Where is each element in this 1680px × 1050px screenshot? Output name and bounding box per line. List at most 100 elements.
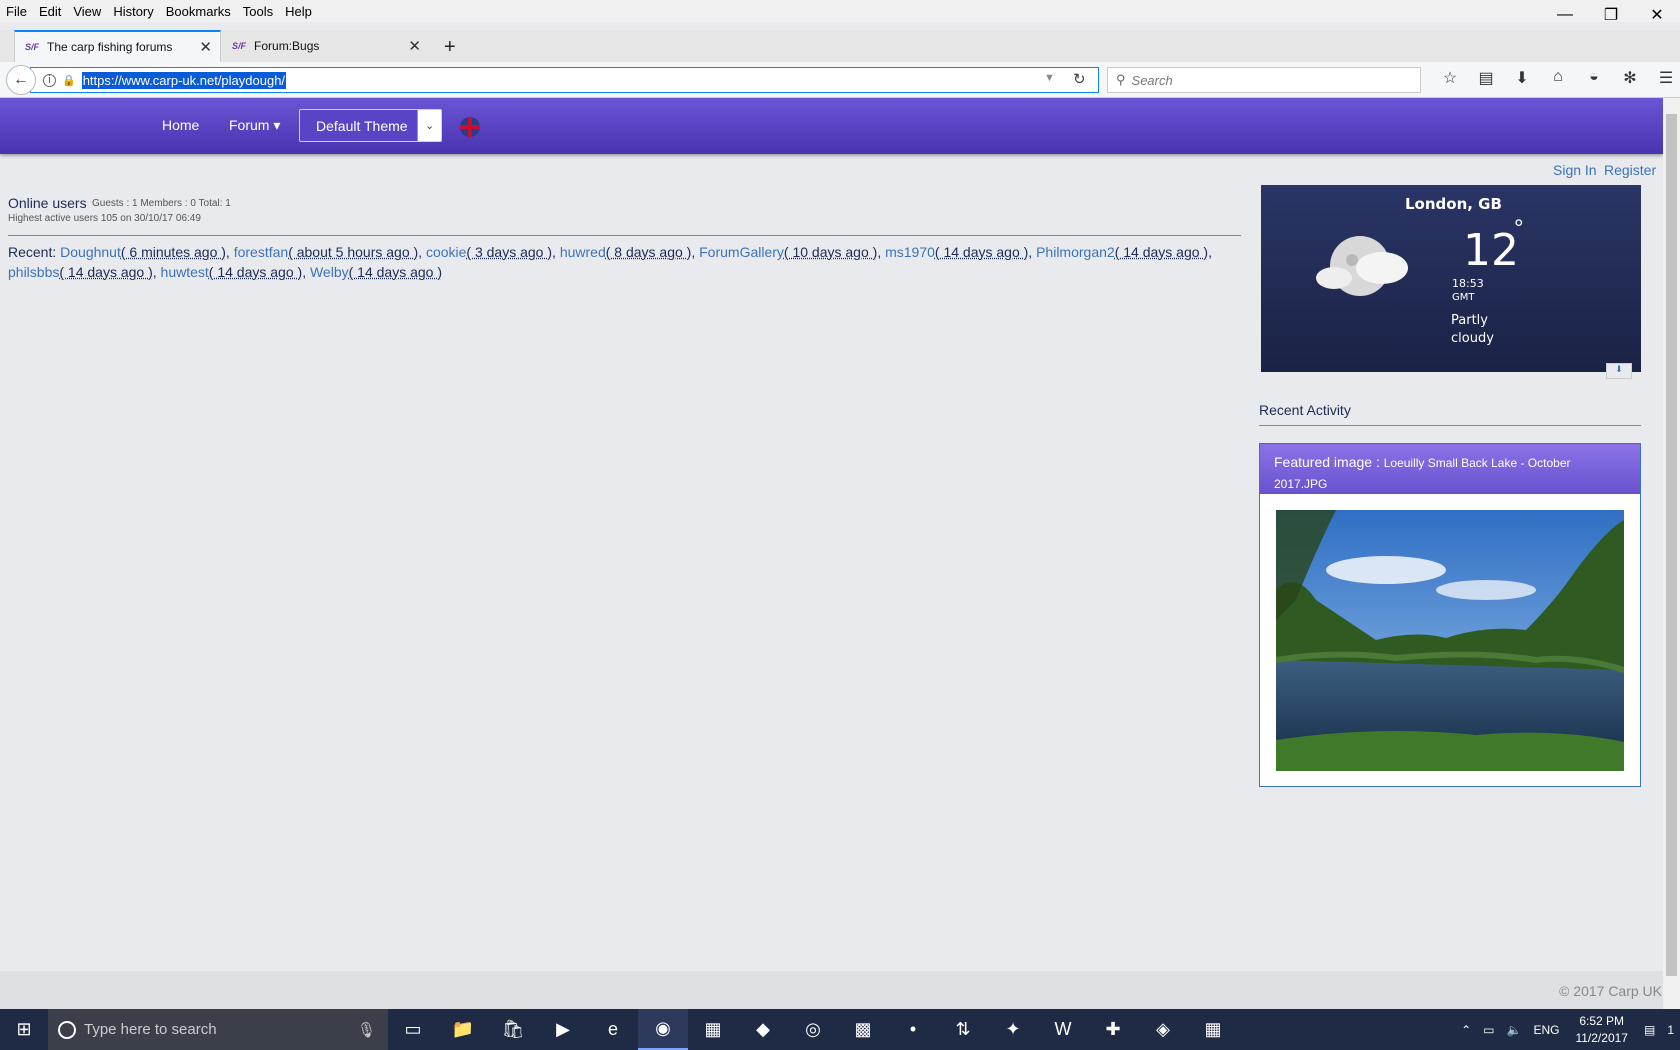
network-icon[interactable]: ▭ [1483, 1023, 1494, 1037]
home-icon[interactable]: ⌂ [1540, 68, 1576, 88]
menu-help[interactable]: Help [279, 4, 318, 19]
taskbar-search-input[interactable]: Type here to search 🎙 [48, 1009, 388, 1050]
recent-user-link[interactable]: Doughnut [60, 244, 121, 260]
recent-label: Recent: [8, 244, 57, 260]
scrollbar[interactable] [1663, 98, 1680, 1009]
reader-list-icon[interactable]: ▤ [1468, 68, 1504, 88]
tab-label: Forum:Bugs [254, 39, 320, 53]
close-window-button[interactable]: ✕ [1634, 0, 1680, 30]
online-users-counts: Guests : 1 Members : 0 Total: 1 [92, 198, 231, 209]
menu-bar: File Edit View History Bookmarks Tools H… [0, 0, 1680, 22]
url-text[interactable]: https://www.carp-uk.net/playdough/ [81, 71, 287, 89]
theme-select[interactable]: Default Theme ⌄ [299, 109, 442, 142]
notification-center-icon[interactable]: ▤ [1644, 1023, 1655, 1037]
windows-start-icon[interactable]: ⊞ [0, 1009, 48, 1050]
calendar-icon[interactable]: ▦ [1188, 1009, 1238, 1050]
recent-user-link[interactable]: forestfan [234, 244, 288, 260]
app-icon[interactable]: • [888, 1009, 938, 1050]
menu-bookmarks[interactable]: Bookmarks [160, 4, 237, 19]
recent-user-link[interactable]: cookie [426, 244, 466, 260]
menu-history[interactable]: History [107, 4, 159, 19]
recent-user-time: ( 3 days ago ) [466, 244, 553, 260]
close-tab-icon[interactable]: ✕ [408, 37, 421, 55]
recent-user-link[interactable]: philsbbs [8, 264, 59, 280]
new-tab-icon[interactable]: + [444, 36, 456, 59]
menu-file[interactable]: File [0, 4, 33, 19]
taskbar-search-placeholder: Type here to search [84, 1021, 217, 1038]
webcam-icon[interactable]: ◎ [788, 1009, 838, 1050]
language-indicator[interactable]: ENG [1533, 1023, 1559, 1037]
url-bar[interactable]: i 🔒 https://www.carp-uk.net/playdough/ [30, 67, 1099, 93]
bookmark-star-icon[interactable]: ☆ [1432, 68, 1468, 88]
app-icon[interactable]: ◆ [738, 1009, 788, 1050]
recent-user-time: ( about 5 hours ago ) [288, 244, 419, 260]
recent-user-time: ( 8 days ago ) [605, 244, 692, 260]
divider [1259, 425, 1641, 426]
tab-bar: S/F The carp fishing forums ✕ S/F Forum:… [0, 30, 1680, 62]
back-button[interactable]: ← [6, 65, 36, 95]
highest-active-users: Highest active users 105 on 30/10/17 06:… [8, 213, 201, 224]
word-icon[interactable]: W [1038, 1009, 1088, 1050]
file-explorer-icon[interactable]: 📁 [438, 1009, 488, 1050]
tray-overflow-icon[interactable]: ⌃ [1461, 1023, 1471, 1037]
task-view-icon[interactable]: ▭ [388, 1009, 438, 1050]
minimize-button[interactable]: — [1542, 0, 1588, 30]
uk-flag-icon[interactable] [460, 117, 480, 137]
window-controls: — ❐ ✕ [1542, 0, 1680, 30]
cortana-icon [58, 1020, 76, 1039]
recent-user-time: ( 14 days ago ) [208, 264, 303, 280]
nav-forum-dropdown[interactable]: Forum ▾ [229, 117, 280, 134]
tab-carp-fishing-forums[interactable]: S/F The carp fishing forums ✕ [14, 30, 221, 62]
restore-button[interactable]: ❐ [1588, 0, 1634, 30]
reload-icon[interactable]: ↻ [1073, 70, 1086, 88]
ftp-icon[interactable]: ⇅ [938, 1009, 988, 1050]
hamburger-menu-icon[interactable]: ☰ [1648, 68, 1680, 88]
edge-browser-icon[interactable]: e [588, 1009, 638, 1050]
app-icon[interactable]: ✦ [988, 1009, 1038, 1050]
chevron-down-icon[interactable]: ⌄ [417, 110, 441, 141]
register-link[interactable]: Register [1604, 162, 1656, 178]
pocket-icon[interactable]: ◒ [1576, 68, 1612, 88]
extension-icon[interactable]: ✻ [1612, 68, 1648, 88]
featured-lake-image[interactable] [1276, 510, 1624, 771]
url-dropdown-icon[interactable]: ▼ [1044, 72, 1055, 84]
scrollbar-thumb[interactable] [1666, 114, 1677, 976]
recent-user-time: ( 14 days ago ) [59, 264, 153, 280]
recent-user-link[interactable]: Welby [310, 264, 349, 280]
nav-home-link[interactable]: Home [162, 117, 199, 133]
tab-label: The carp fishing forums [47, 40, 173, 54]
menu-edit[interactable]: Edit [33, 4, 67, 19]
app-icon[interactable]: ◈ [1138, 1009, 1188, 1050]
search-placeholder: Search [1131, 72, 1173, 88]
taskbar: ⊞ Type here to search 🎙 ▭ 📁 🛍 ▶ e ◉ ▦ ◆ … [0, 1009, 1680, 1050]
system-tray: ⌃ ▭ 🔈 ENG 6:52 PM 11/2/2017 ▤ 1 [1455, 1013, 1680, 1047]
security-shield-icon[interactable]: ✚ [1088, 1009, 1138, 1050]
store-icon[interactable]: 🛍 [488, 1009, 538, 1050]
weather-timezone: GMT [1452, 292, 1475, 303]
recent-user-link[interactable]: ms1970 [885, 244, 935, 260]
menu-view[interactable]: View [67, 4, 107, 19]
volume-icon[interactable]: 🔈 [1507, 1023, 1522, 1037]
menu-tools[interactable]: Tools [237, 4, 279, 19]
site-favicon-icon: S/F [232, 41, 247, 51]
recent-user-link[interactable]: Philmorgan2 [1036, 244, 1115, 260]
recent-user-time: ( 14 days ago ) [1114, 244, 1209, 260]
recent-user-time: ( 14 days ago ) [934, 244, 1029, 260]
tab-forum-bugs[interactable]: S/F Forum:Bugs ✕ [222, 30, 429, 62]
browser-search-input[interactable]: ⚲ Search [1107, 67, 1421, 93]
weather-download-icon[interactable]: ⬇ [1606, 363, 1632, 379]
weather-temperature: 12 [1463, 225, 1519, 276]
clock[interactable]: 6:52 PM 11/2/2017 [1575, 1013, 1628, 1047]
app-icon[interactable]: ▦ [688, 1009, 738, 1050]
recent-user-link[interactable]: ForumGallery [699, 244, 784, 260]
firefox-icon[interactable]: ◉ [638, 1009, 688, 1050]
microphone-icon[interactable]: 🎙 [357, 1021, 376, 1039]
recent-user-link[interactable]: huwtest [161, 264, 209, 280]
media-player-icon[interactable]: ▶ [538, 1009, 588, 1050]
image-editor-icon[interactable]: ▩ [838, 1009, 888, 1050]
download-icon[interactable]: ⬇ [1504, 68, 1540, 88]
close-tab-icon[interactable]: ✕ [199, 38, 212, 56]
info-icon[interactable]: i [43, 73, 56, 87]
recent-user-link[interactable]: huwred [560, 244, 606, 260]
sign-in-link[interactable]: Sign In [1553, 162, 1597, 178]
